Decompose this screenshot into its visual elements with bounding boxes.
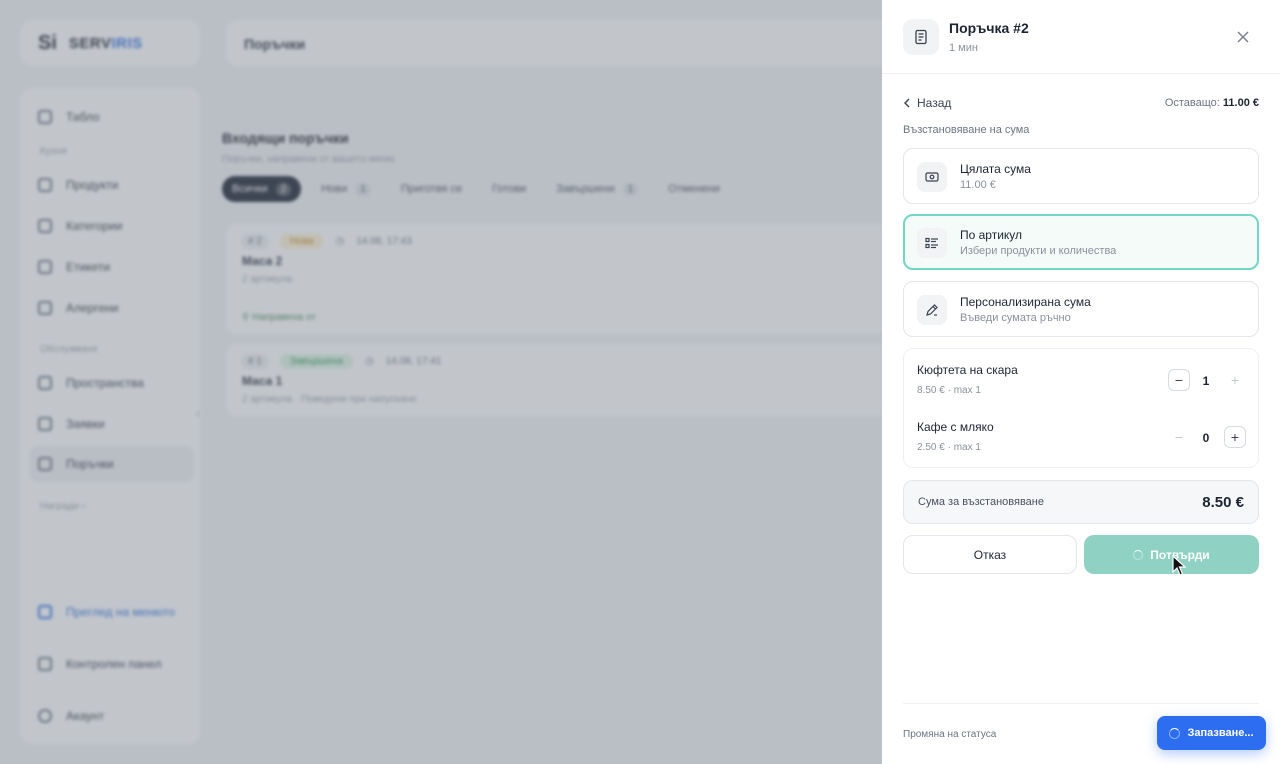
order-drawer: Поръчка #2 1 мин Назад Оставащо: 11.00 €… [882, 0, 1280, 764]
decrease-button[interactable]: − [1168, 426, 1190, 448]
option-subtitle: 11.00 € [960, 179, 996, 191]
spinner-icon [1169, 727, 1181, 739]
option-subtitle: Въведи сумата ръчно [960, 312, 1071, 324]
status-change-label: Промяна на статуса [903, 729, 997, 740]
close-button[interactable] [1232, 26, 1254, 48]
item-name: Кюфтета на скара [917, 363, 1018, 377]
option-title: Персонализирана сума [960, 295, 1091, 309]
refund-option-full[interactable]: Цялата сума 11.00 € [903, 148, 1259, 204]
cash-icon [917, 162, 947, 192]
increase-button[interactable]: + [1224, 426, 1246, 448]
cancel-button[interactable]: Отказ [903, 535, 1077, 574]
refund-option-by-item[interactable]: По артикул Избери продукти и количества [903, 214, 1259, 270]
item-quantity: 1 [1202, 374, 1210, 388]
chevron-left-icon [904, 98, 910, 108]
minus-icon: − [1174, 372, 1184, 388]
refund-items-list: Кюфтета на скара 8.50 € · max 1 − 1 + Ка… [903, 348, 1259, 468]
refund-total-value: 8.50 € [1202, 494, 1244, 511]
plus-icon: + [1230, 372, 1240, 388]
receipt-icon [903, 19, 939, 55]
refund-section-label: Възстановяване на сума [903, 124, 1030, 136]
item-name: Кафе с мляко [917, 420, 994, 434]
plus-icon: + [1230, 429, 1240, 445]
modal-overlay[interactable] [0, 0, 882, 764]
item-meta: 2.50 € · max 1 [917, 442, 981, 453]
option-title: Цялата сума [960, 162, 1031, 176]
option-subtitle: Избери продукти и количества [960, 245, 1117, 257]
drawer-header: Поръчка #2 1 мин [882, 0, 1280, 74]
saving-toast: Запазване... [1157, 716, 1266, 750]
option-title: По артикул [960, 228, 1023, 242]
spinner-icon [1133, 549, 1144, 560]
item-meta: 8.50 € · max 1 [917, 385, 981, 396]
mouse-cursor-icon [1172, 555, 1187, 576]
decrease-button[interactable]: − [1168, 369, 1190, 391]
refund-total: Сума за възстановяване 8.50 € [903, 480, 1259, 524]
drawer-title: Поръчка #2 [949, 20, 1029, 36]
refund-total-label: Сума за възстановяване [918, 496, 1044, 508]
remaining-amount: Оставащо: 11.00 € [1164, 97, 1259, 109]
refund-option-custom[interactable]: Персонализирана сума Въведи сумата ръчно [903, 281, 1259, 337]
close-icon [1237, 31, 1249, 43]
edit-amount-icon [917, 295, 947, 325]
divider [903, 703, 1259, 704]
drawer-subtitle: 1 мин [949, 42, 978, 54]
item-quantity: 0 [1202, 431, 1210, 445]
minus-icon: − [1174, 429, 1184, 445]
increase-button[interactable]: + [1224, 369, 1246, 391]
back-button[interactable]: Назад [903, 96, 951, 110]
list-icon [917, 228, 947, 258]
